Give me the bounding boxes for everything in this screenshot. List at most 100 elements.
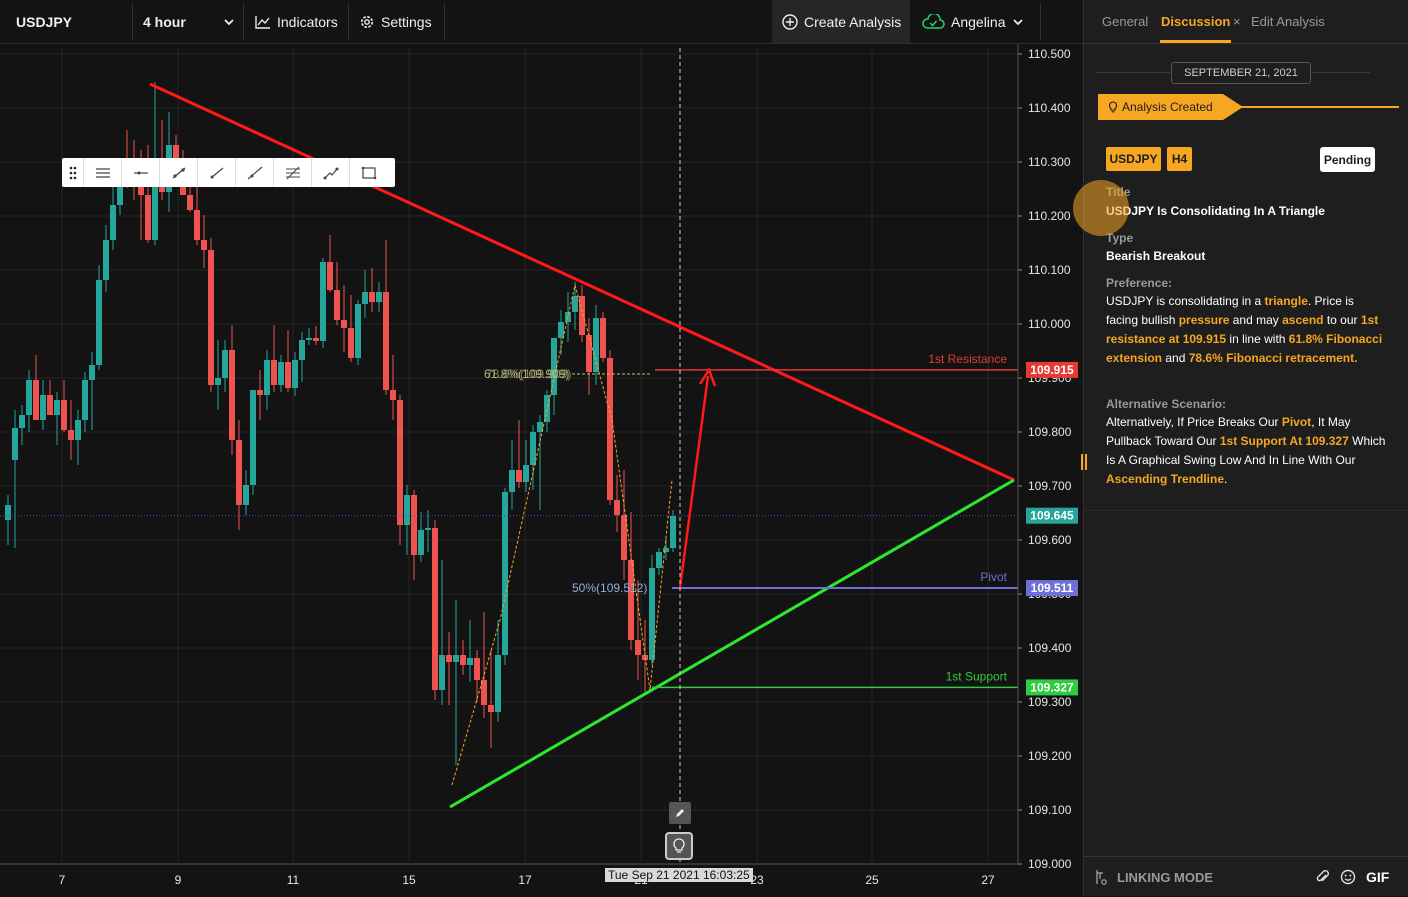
attachment-icon[interactable] bbox=[1316, 869, 1330, 885]
price-tick-label: 110.300 bbox=[1028, 155, 1071, 169]
candle-body bbox=[96, 280, 102, 365]
analysis-panel: General Discussion × Edit Analysis SEPTE… bbox=[1081, 0, 1408, 897]
candle-body bbox=[523, 465, 529, 482]
candle-body bbox=[26, 380, 32, 415]
candle-body bbox=[635, 640, 641, 655]
candle-body bbox=[250, 390, 256, 485]
fib-label: 78.6%(109.909) bbox=[486, 367, 571, 381]
candle-body bbox=[348, 328, 354, 358]
highlight-text: pressure bbox=[1178, 313, 1230, 327]
candle-body bbox=[390, 390, 396, 400]
user-menu[interactable]: Angelina bbox=[921, 0, 1024, 43]
candle-body bbox=[642, 655, 648, 660]
candle-body bbox=[257, 390, 263, 395]
indicators-button[interactable]: Indicators bbox=[255, 0, 338, 43]
panel-footer: LINKING MODE GIF bbox=[1084, 856, 1408, 897]
extended-line-icon[interactable] bbox=[236, 158, 274, 187]
candle-body bbox=[236, 440, 242, 505]
analysis-type: Bearish Breakout bbox=[1106, 249, 1206, 263]
pencil-icon bbox=[676, 809, 684, 817]
candle-body bbox=[383, 292, 389, 390]
status-badge: Pending bbox=[1320, 147, 1375, 172]
date-tick-label: 17 bbox=[518, 873, 532, 887]
current-price-text: 109.645 bbox=[1030, 509, 1074, 523]
candle-body bbox=[110, 205, 116, 240]
settings-button[interactable]: Settings bbox=[359, 0, 432, 43]
candle-body bbox=[656, 552, 662, 568]
candle-body bbox=[432, 528, 438, 690]
candle-body bbox=[670, 516, 676, 548]
ray-line-icon[interactable] bbox=[198, 158, 236, 187]
price-tick-label: 110.100 bbox=[1028, 263, 1071, 277]
linking-mode-icon[interactable] bbox=[1094, 869, 1112, 887]
rectangle-icon[interactable] bbox=[350, 158, 388, 187]
candle-body bbox=[404, 495, 410, 525]
candle-body bbox=[397, 400, 403, 525]
candle-body bbox=[54, 400, 60, 415]
highlight-text: triangle bbox=[1264, 294, 1308, 308]
divider bbox=[1310, 72, 1370, 73]
divider bbox=[1040, 3, 1041, 40]
emoji-icon[interactable] bbox=[1340, 869, 1356, 885]
candle-body bbox=[607, 358, 613, 500]
candle-body bbox=[278, 362, 284, 385]
horizontal-lines-icon[interactable] bbox=[84, 158, 122, 187]
highlight-text: 1st Support At 109.327 bbox=[1219, 434, 1349, 448]
lightbulb-icon bbox=[673, 838, 685, 853]
fibonacci-icon[interactable] bbox=[274, 158, 312, 187]
candle-body bbox=[593, 318, 599, 372]
active-tab-indicator bbox=[1160, 40, 1231, 43]
symbol-selector[interactable]: USDJPY bbox=[16, 0, 72, 43]
user-name: Angelina bbox=[951, 13, 1006, 30]
horizontal-ray-icon[interactable] bbox=[122, 158, 160, 187]
path-icon[interactable] bbox=[312, 158, 350, 187]
date-tick-label: 27 bbox=[981, 873, 995, 887]
tab-general[interactable]: General bbox=[1102, 14, 1148, 29]
preference-text: USDJPY is consolidating in a triangle. P… bbox=[1106, 292, 1386, 368]
divider bbox=[132, 3, 133, 40]
fib-label: 50%(109.512) bbox=[572, 581, 647, 595]
gif-button[interactable]: GIF bbox=[1366, 869, 1389, 885]
candle-body bbox=[68, 430, 74, 440]
divider bbox=[243, 3, 244, 40]
price-tick-label: 110.000 bbox=[1028, 317, 1071, 331]
highlight-text: 78.6% Fibonacci retracement. bbox=[1188, 351, 1358, 365]
date-tick-label: 7 bbox=[59, 873, 66, 887]
candle-body bbox=[341, 320, 347, 328]
close-tab-icon[interactable]: × bbox=[1233, 14, 1241, 29]
divider bbox=[444, 3, 445, 40]
interval-label: 4 hour bbox=[143, 13, 186, 30]
price-tick-label: 109.600 bbox=[1028, 533, 1072, 547]
candle-body bbox=[439, 655, 445, 690]
top-toolbar: USDJPY 4 hour Indicators Settings Create… bbox=[0, 0, 1083, 44]
body-text: and bbox=[1162, 351, 1189, 365]
candle-body bbox=[285, 362, 291, 388]
linking-mode-label[interactable]: LINKING MODE bbox=[1117, 870, 1213, 885]
price-tick-label: 109.400 bbox=[1028, 641, 1072, 655]
date-tick-label: 25 bbox=[865, 873, 879, 887]
body-text: Alternatively, If Price Breaks Our bbox=[1106, 415, 1282, 429]
gear-icon bbox=[361, 15, 373, 28]
banner-line bbox=[1239, 106, 1399, 108]
candle-body bbox=[292, 360, 298, 388]
create-analysis-label: Create Analysis bbox=[804, 13, 902, 30]
date-text: SEPTEMBER 21, 2021 bbox=[1184, 67, 1298, 79]
trend-line-icon[interactable] bbox=[160, 158, 198, 187]
candle-body bbox=[229, 350, 235, 440]
crosshair-time-text: Tue Sep 21 2021 16:03:25 bbox=[608, 868, 750, 882]
resize-handle[interactable] bbox=[1081, 454, 1087, 470]
candle-body bbox=[208, 250, 214, 385]
candle-body bbox=[264, 360, 270, 395]
interval-selector[interactable]: 4 hour bbox=[143, 0, 243, 43]
support-label: 1st Support bbox=[946, 669, 1008, 683]
idea-button[interactable] bbox=[665, 832, 693, 860]
candle-body bbox=[306, 338, 312, 340]
drag-handle-icon[interactable] bbox=[62, 158, 84, 187]
tab-discussion[interactable]: Discussion bbox=[1161, 14, 1230, 29]
candle-body bbox=[369, 292, 375, 302]
candle-body bbox=[12, 428, 18, 460]
tab-edit-analysis[interactable]: Edit Analysis bbox=[1251, 14, 1325, 29]
create-analysis-button[interactable]: Create Analysis bbox=[772, 0, 910, 43]
panel-tabs: General Discussion × Edit Analysis bbox=[1084, 0, 1408, 44]
edit-drawing-button[interactable] bbox=[669, 802, 691, 824]
